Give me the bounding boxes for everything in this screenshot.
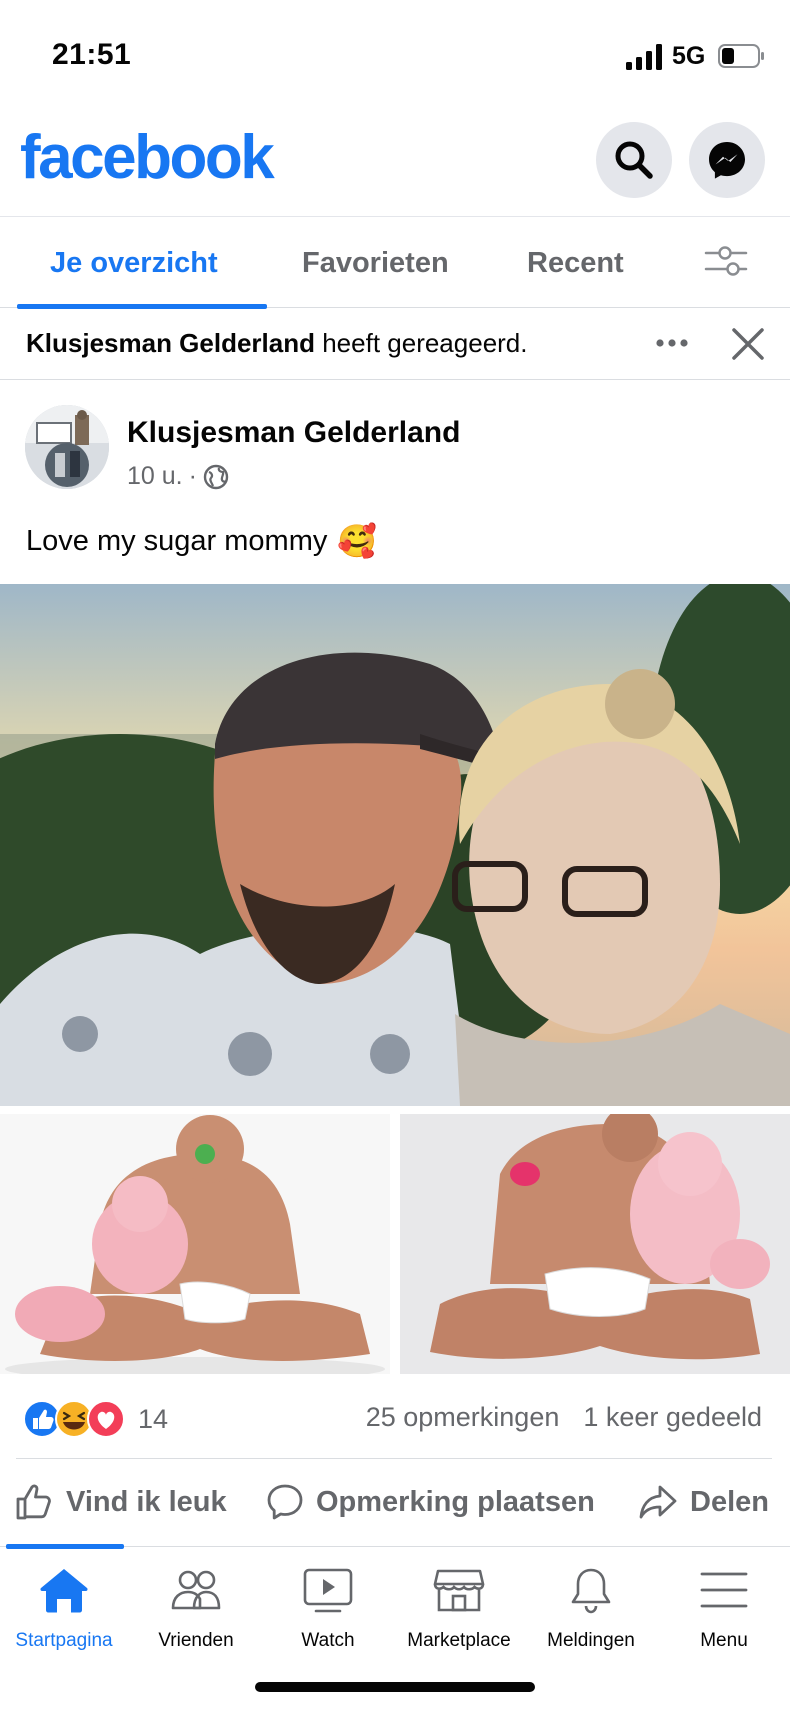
banner-text: Klusjesman Gelderland heeft gereageerd. — [26, 328, 528, 359]
smiling-hearts-emoji: 🥰 — [337, 522, 378, 560]
feed-tabs: Je overzicht Favorieten Recent — [0, 216, 790, 309]
photo-right-image — [400, 1114, 790, 1374]
nav-label-meldingen: Meldingen — [547, 1630, 635, 1651]
reaction-icons — [23, 1400, 125, 1438]
signal-icon — [626, 44, 662, 70]
watch-icon — [303, 1568, 353, 1613]
nav-watch[interactable]: Watch — [262, 1566, 394, 1652]
avatar-image — [25, 405, 109, 489]
marketplace-icon — [433, 1569, 485, 1612]
search-icon — [615, 141, 653, 179]
nav-menu[interactable]: Menu — [658, 1566, 790, 1652]
status-time: 21:51 — [52, 38, 132, 71]
nav-marketplace[interactable]: Marketplace — [393, 1566, 525, 1652]
nav-label-vrienden: Vrienden — [158, 1630, 234, 1651]
globe-icon — [203, 464, 229, 489]
messenger-button[interactable] — [689, 122, 765, 198]
share-icon — [639, 1485, 677, 1519]
active-nav-indicator — [6, 1544, 124, 1549]
nav-label-watch: Watch — [301, 1630, 355, 1651]
bell-icon — [571, 1568, 611, 1614]
banner-name[interactable]: Klusjesman Gelderland — [26, 328, 315, 358]
tab-recent[interactable]: Recent — [527, 247, 624, 280]
post-photo-right[interactable] — [400, 1114, 790, 1374]
reaction-summary[interactable]: 14 — [22, 1398, 168, 1440]
nav-label-marketplace: Marketplace — [407, 1630, 511, 1651]
nav-label-startpagina: Startpagina — [15, 1630, 113, 1651]
nav-startpagina[interactable]: Startpagina — [0, 1566, 130, 1652]
post-text: Love my sugar mommy — [26, 524, 328, 557]
more-options-icon[interactable] — [652, 328, 692, 358]
selfie-photo — [0, 584, 790, 1106]
divider — [16, 1458, 772, 1459]
home-icon — [40, 1569, 88, 1613]
menu-icon — [700, 1572, 748, 1608]
messenger-icon — [709, 142, 745, 179]
tab-favorieten[interactable]: Favorieten — [302, 247, 449, 280]
like-button[interactable]: Vind ik leuk — [14, 1480, 227, 1524]
nav-meldingen[interactable]: Meldingen — [525, 1566, 657, 1652]
post-meta: 10 u. · — [127, 462, 229, 491]
home-indicator[interactable] — [255, 1682, 535, 1692]
status-bar: 21:51 5G — [0, 0, 790, 110]
post-photo-main[interactable] — [0, 584, 790, 1106]
like-label: Vind ik leuk — [66, 1485, 227, 1518]
comment-label: Opmerking plaatsen — [316, 1485, 595, 1518]
post-time[interactable]: 10 u. — [127, 462, 183, 491]
post-author[interactable]: Klusjesman Gelderland — [127, 416, 460, 450]
banner-action: heeft gereageerd. — [322, 328, 528, 358]
nav-vrienden[interactable]: Vrienden — [130, 1566, 262, 1652]
filter-sliders-icon[interactable] — [704, 244, 748, 278]
thumbs-up-icon — [16, 1484, 51, 1520]
comment-button[interactable]: Opmerking plaatsen — [266, 1480, 595, 1524]
photo-left-image — [0, 1114, 390, 1374]
friends-icon — [171, 1570, 221, 1610]
share-count[interactable]: 1 keer gedeeld — [583, 1402, 762, 1433]
share-button[interactable]: Delen — [638, 1480, 769, 1524]
meta-separator: · — [188, 462, 197, 490]
reaction-count: 14 — [138, 1403, 169, 1434]
search-button[interactable] — [596, 122, 672, 198]
comment-count[interactable]: 25 opmerkingen — [366, 1402, 560, 1433]
nav-label-menu: Menu — [700, 1630, 748, 1651]
share-label: Delen — [690, 1485, 769, 1518]
battery-icon — [718, 44, 764, 68]
comment-icon — [267, 1484, 303, 1520]
post-body: Love my sugar mommy 🥰 — [26, 522, 377, 560]
engagement-counts: 25 opmerkingen 1 keer gedeeld — [366, 1402, 762, 1433]
facebook-logo[interactable]: facebook — [20, 122, 275, 193]
network-type: 5G — [672, 42, 706, 70]
author-avatar[interactable] — [25, 405, 109, 489]
tab-je-overzicht[interactable]: Je overzicht — [50, 247, 218, 280]
post-photo-left[interactable] — [0, 1114, 390, 1374]
close-icon[interactable] — [728, 324, 768, 364]
